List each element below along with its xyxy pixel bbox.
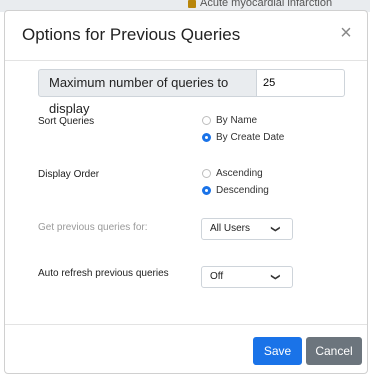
select-value: Off [210,271,224,282]
select-value: All Users [210,223,251,234]
modal-footer: Save Cancel [5,324,367,374]
options-modal: Options for Previous Queries × Maximum n… [4,10,368,374]
max-queries-input[interactable] [256,69,345,97]
sort-queries-label: Sort Queries [38,116,95,127]
auto-refresh-label: Auto refresh previous queries [38,268,169,279]
max-queries-row: Maximum number of queries to display [38,69,345,116]
display-order-label: Display Order [38,169,100,180]
auto-refresh-select[interactable]: Off ❯ [201,266,293,288]
max-queries-label: Maximum number of queries to display [38,69,257,116]
radio-selected-icon [202,186,211,195]
save-button[interactable]: Save [253,337,302,365]
radio-label: Descending [216,185,269,196]
modal-title: Options for Previous Queries [22,25,241,44]
chevron-down-icon: ❯ [271,273,282,281]
get-previous-label: Get previous queries for: [38,222,148,233]
radio-selected-icon [202,133,211,142]
modal-header: Options for Previous Queries × [5,11,367,61]
cancel-button[interactable]: Cancel [306,337,362,365]
get-previous-select[interactable]: All Users ❯ [201,218,293,240]
condition-icon [188,0,196,8]
radio-label: By Name [216,115,258,126]
close-icon[interactable]: × [335,22,357,44]
radio-label: Ascending [216,168,263,179]
radio-circle-icon [202,116,211,125]
radio-circle-icon [202,169,211,178]
radio-label: By Create Date [216,132,285,143]
chevron-down-icon: ❯ [271,225,282,233]
background-partial-text: Acute myocardial infarction [200,0,333,9]
